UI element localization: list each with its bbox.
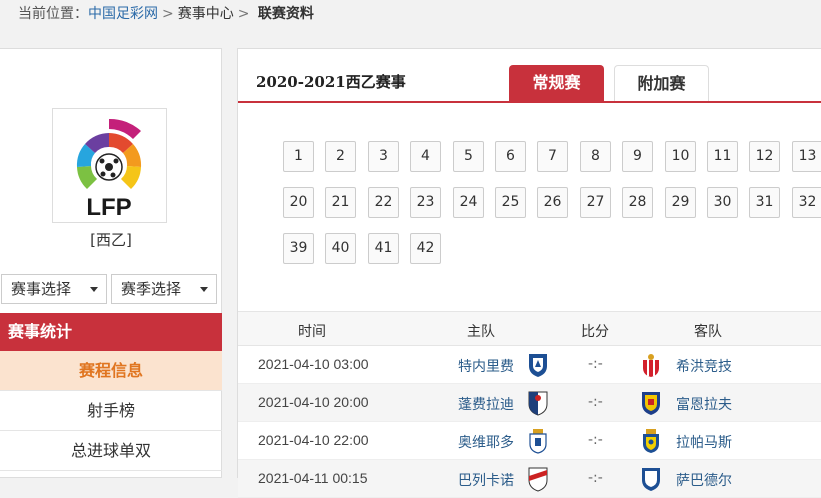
round-button[interactable]: 40 <box>325 233 356 264</box>
round-button[interactable]: 10 <box>665 141 696 172</box>
round-button[interactable]: 8 <box>580 141 611 172</box>
svg-text:LFP: LFP <box>86 194 131 221</box>
round-button[interactable]: 3 <box>368 141 399 172</box>
season-title: 2020-2021西乙赛事 <box>256 73 406 91</box>
breadcrumb-current: 联赛资料 <box>257 6 314 22</box>
header-home: 主队 <box>467 324 495 340</box>
round-button[interactable]: 32 <box>792 187 821 218</box>
round-button[interactable]: 2 <box>325 141 356 172</box>
event-select[interactable]: 赛事选择 <box>1 274 107 304</box>
round-button[interactable]: 41 <box>368 233 399 264</box>
breadcrumb-prefix: 当前位置： <box>18 6 88 22</box>
season-select[interactable]: 赛季选择 <box>111 274 217 304</box>
round-button[interactable]: 29 <box>665 187 696 218</box>
tab-playoffs[interactable]: 附加赛 <box>614 65 709 102</box>
chevron-right-icon: > <box>237 6 250 22</box>
main-panel: 2020-2021西乙赛事 常规赛 附加赛 1 2 3 4 5 6 7 8 9 10 11 12 13 2… <box>237 48 821 498</box>
table-row: 2021-04-11 00:15 巴列卡诺 -:- 萨巴德尔 <box>238 460 821 498</box>
round-button[interactable]: 24 <box>453 187 484 218</box>
round-button[interactable]: 27 <box>580 187 611 218</box>
match-score: -:- <box>588 432 603 448</box>
round-button[interactable]: 9 <box>622 141 653 172</box>
round-button[interactable]: 5 <box>453 141 484 172</box>
match-time: 2021-04-10 22:00 <box>258 432 369 448</box>
match-score: -:- <box>588 356 603 372</box>
club-crest-icon <box>529 354 547 377</box>
header-away: 客队 <box>694 324 722 340</box>
round-button[interactable]: 31 <box>749 187 780 218</box>
round-button[interactable]: 26 <box>537 187 568 218</box>
table-row: 2021-04-10 22:00 奥维耶多 -:- 拉帕马斯 <box>238 422 821 460</box>
round-button[interactable]: 30 <box>707 187 738 218</box>
round-button[interactable]: 1 <box>283 141 314 172</box>
sidebar-item-goals-odd-even[interactable]: 总进球单双 <box>0 431 222 471</box>
round-button[interactable]: 20 <box>283 187 314 218</box>
match-score: -:- <box>588 470 603 486</box>
round-button[interactable]: 7 <box>537 141 568 172</box>
round-button[interactable]: 12 <box>749 141 780 172</box>
club-crest-icon <box>529 429 547 454</box>
table-row: 2021-04-10 03:00 特内里费 -:- 希洪竞技 <box>238 346 821 384</box>
home-team-link[interactable]: 奥维耶多 <box>458 432 514 452</box>
chevron-right-icon: > <box>162 6 174 22</box>
sidebar-item-top-scorers[interactable]: 射手榜 <box>0 391 222 431</box>
round-button[interactable]: 11 <box>707 141 738 172</box>
round-button[interactable]: 25 <box>495 187 526 218</box>
tab-underline <box>238 101 821 103</box>
away-team-link[interactable]: 萨巴德尔 <box>676 470 732 490</box>
breadcrumb-site-link[interactable]: 中国足彩网 <box>88 6 158 22</box>
round-button[interactable]: 21 <box>325 187 356 218</box>
sidebar-item-schedule[interactable]: 赛程信息 <box>0 351 222 391</box>
season-select-label: 赛季选择 <box>121 280 182 298</box>
league-name: [西乙] <box>90 231 132 249</box>
away-team-link[interactable]: 希洪竞技 <box>676 356 732 376</box>
away-team-link[interactable]: 富恩拉夫 <box>676 394 732 414</box>
header-score: 比分 <box>581 324 609 340</box>
club-crest-icon <box>528 391 548 416</box>
event-select-label: 赛事选择 <box>11 280 72 298</box>
club-crest-icon <box>642 392 660 415</box>
home-team-link[interactable]: 蓬费拉迪 <box>458 394 514 414</box>
table-header: 时间 主队 比分 客队 <box>238 311 821 346</box>
sidebar: LFP [西乙] 赛事选择 赛季选择 赛事统计 赛程信息 射手榜 总进球单双 <box>0 48 222 478</box>
match-time: 2021-04-10 20:00 <box>258 394 369 410</box>
away-team-link[interactable]: 拉帕马斯 <box>676 432 732 452</box>
club-crest-icon <box>643 354 659 377</box>
lfp-logo-icon: LFP <box>76 118 142 221</box>
round-button[interactable]: 13 <box>792 141 821 172</box>
header-time: 时间 <box>298 324 326 340</box>
round-button[interactable]: 39 <box>283 233 314 264</box>
stats-header: 赛事统计 <box>0 313 222 351</box>
round-button[interactable]: 28 <box>622 187 653 218</box>
club-crest-icon <box>643 429 659 453</box>
tab-regular-season[interactable]: 常规赛 <box>509 65 604 102</box>
caret-down-icon <box>90 287 98 292</box>
match-time: 2021-04-10 03:00 <box>258 356 369 372</box>
caret-down-icon <box>200 287 208 292</box>
league-logo: LFP <box>52 108 167 223</box>
round-button[interactable]: 42 <box>410 233 441 264</box>
round-button[interactable]: 22 <box>368 187 399 218</box>
home-team-link[interactable]: 特内里费 <box>458 356 514 376</box>
round-button[interactable]: 4 <box>410 141 441 172</box>
round-button[interactable]: 6 <box>495 141 526 172</box>
breadcrumb-section-link[interactable]: 赛事中心 <box>178 6 234 22</box>
table-row: 2021-04-10 20:00 蓬费拉迪 -:- 富恩拉夫 <box>238 384 821 422</box>
breadcrumb: 当前位置：中国足彩网 > 赛事中心 > 联赛资料 <box>0 0 821 30</box>
match-time: 2021-04-11 00:15 <box>258 470 368 486</box>
home-team-link[interactable]: 巴列卡诺 <box>458 470 514 490</box>
match-score: -:- <box>588 394 603 410</box>
round-button[interactable]: 23 <box>410 187 441 218</box>
